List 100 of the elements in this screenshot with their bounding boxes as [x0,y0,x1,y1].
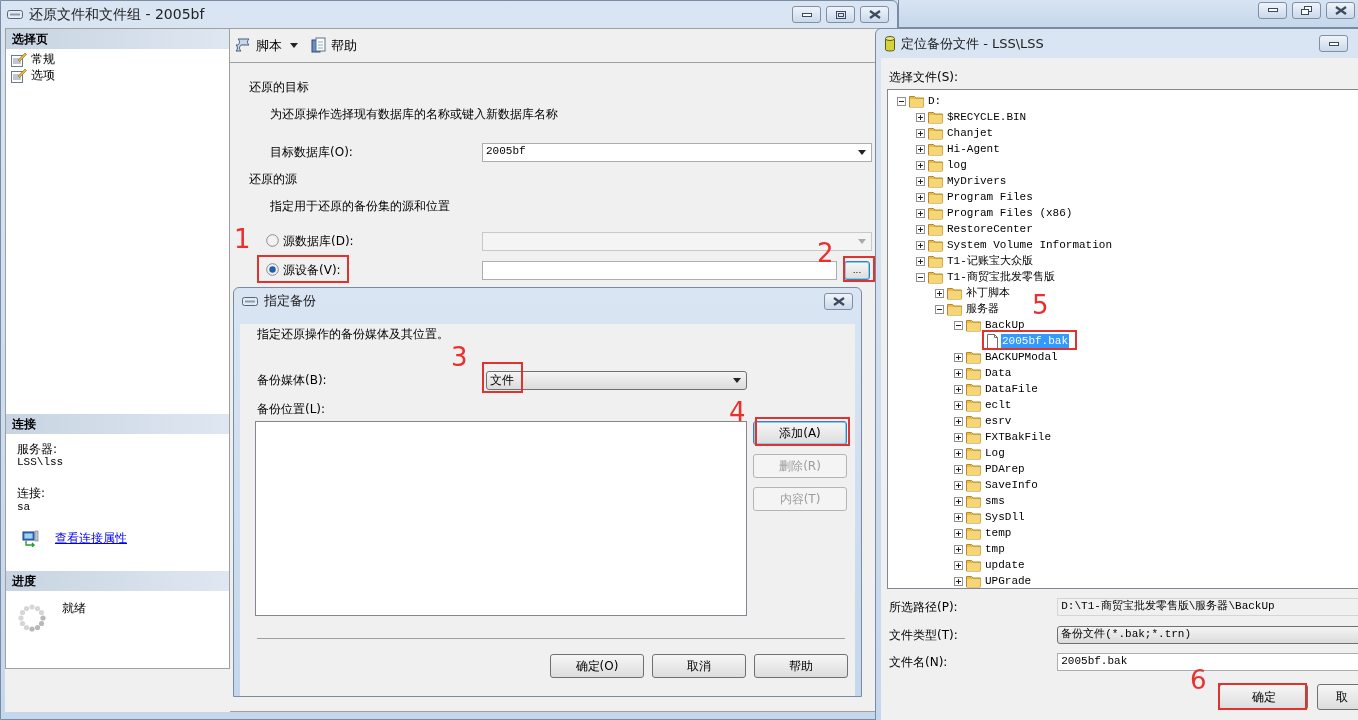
tree-item[interactable]: esrv [984,414,1013,428]
folder-icon [966,430,981,444]
sidebar-item[interactable]: 常规 [31,51,55,67]
expander-icon[interactable] [916,256,925,266]
tree-item[interactable]: T1-记账宝大众版 [946,254,1034,268]
restore-button[interactable] [1292,1,1321,19]
expander-icon[interactable] [954,544,963,554]
browse-button[interactable]: ... [844,260,870,280]
maximize-icon[interactable] [835,10,846,19]
dialog-button[interactable]: 取消 [652,654,746,678]
expander-icon[interactable] [954,400,963,410]
expander-icon[interactable] [916,208,925,218]
tree-item[interactable]: 补丁脚本 [965,286,1011,300]
expander-icon[interactable] [954,320,963,330]
tree-item[interactable]: Data [984,366,1013,380]
dialog-button[interactable]: 取 [1317,684,1358,710]
media-combo[interactable]: 文件 [486,370,747,390]
expander-icon[interactable] [954,368,963,378]
minimize-button[interactable] [1319,35,1348,52]
database-combo[interactable]: 2005bf [482,142,872,162]
tree-item[interactable]: SaveInfo [984,478,1039,492]
tree-item[interactable]: Chanjet [946,126,995,140]
expander-icon[interactable] [916,160,925,170]
side-button[interactable]: 添加(A) [753,421,847,445]
maximize-button[interactable] [826,6,855,23]
tree-item[interactable]: log [946,158,968,172]
expander-icon[interactable] [935,288,944,298]
minimize-button[interactable] [792,6,821,23]
expander-icon[interactable] [954,528,963,538]
close-button[interactable] [824,292,853,310]
section-header: 选择页 [6,29,229,49]
close-button[interactable] [860,6,889,23]
expander-icon[interactable] [916,192,925,202]
expander-icon[interactable] [916,272,925,282]
caret-icon[interactable] [290,43,298,48]
toolbar-button[interactable]: 脚本 [235,37,282,54]
expander-icon[interactable] [954,432,963,442]
expander-icon[interactable] [954,512,963,522]
tree-item[interactable]: BackUp [984,318,1026,332]
tree-item[interactable]: T1-商贸宝批发零售版 [946,270,1056,284]
file-tree[interactable] [887,89,1358,589]
tree-item[interactable]: System Volume Information [946,238,1114,252]
tree-item[interactable]: eclt [984,398,1013,412]
dialog-button[interactable]: 确定(O) [550,654,644,678]
radio-button[interactable]: 源设备(V): [266,262,482,278]
dropdown-icon [858,149,866,155]
minimize-icon[interactable] [801,12,812,17]
expander-icon[interactable] [954,480,963,490]
expander-icon[interactable] [954,384,963,394]
tree-item[interactable]: UPGrade [984,574,1033,588]
expander-icon[interactable] [954,464,963,474]
tree-item[interactable]: tmp [984,542,1006,556]
tree-item[interactable]: Program Files [946,190,1034,204]
dialog-title: 指定备份 [264,293,316,309]
tree-item[interactable]: FXTBakFile [984,430,1052,444]
tree-item[interactable]: DataFile [984,382,1039,396]
restore-icon[interactable] [1301,5,1312,15]
tree-item[interactable]: D: [927,94,943,108]
field-value: sa [17,500,32,513]
sidebar-item[interactable]: 选项 [31,67,55,83]
expander-icon[interactable] [954,448,963,458]
close-icon[interactable] [1334,5,1347,15]
tree-item[interactable]: temp [984,526,1013,540]
expander-icon[interactable] [916,112,925,122]
tree-item[interactable]: Log [984,446,1006,460]
dropdown-icon [858,238,866,244]
expander-icon[interactable] [954,416,963,426]
expander-icon[interactable] [935,304,944,314]
tree-item[interactable]: sms [984,494,1006,508]
connection-link[interactable]: 查看连接属性 [55,531,127,546]
tree-item[interactable]: PDArep [984,462,1026,476]
tree-item[interactable]: MyDrivers [946,174,1008,188]
expander-icon[interactable] [916,176,925,186]
toolbar-button[interactable]: 帮助 [310,37,357,54]
close-button[interactable] [1326,1,1355,19]
minimize-button[interactable] [1258,1,1287,19]
dialog-button[interactable]: 帮助 [754,654,848,678]
expander-icon[interactable] [916,224,925,234]
tree-item[interactable]: $RECYCLE.BIN [946,110,1028,124]
expander-icon[interactable] [954,576,963,586]
tree-item[interactable]: BACKUPModal [984,350,1059,364]
minimize-icon[interactable] [1328,41,1339,46]
device-field[interactable] [482,260,837,280]
expander-icon[interactable] [954,352,963,362]
tree-item[interactable]: Program Files (x86) [946,206,1074,220]
tree-item[interactable]: SysDll [984,510,1026,524]
tree-item[interactable]: update [984,558,1026,572]
close-icon[interactable] [832,296,845,306]
minimize-icon[interactable] [1267,8,1278,12]
expander-icon[interactable] [916,144,925,154]
tree-item[interactable]: 服务器 [965,302,1000,316]
expander-icon[interactable] [954,496,963,506]
close-icon[interactable] [868,10,881,19]
expander-icon[interactable] [916,128,925,138]
tree-item[interactable]: Hi-Agent [946,142,1001,156]
tree-item[interactable]: RestoreCenter [946,222,1034,236]
expander-icon[interactable] [954,560,963,570]
expander-icon[interactable] [916,240,925,250]
expander-icon[interactable] [897,96,906,106]
folder-icon [966,526,981,540]
